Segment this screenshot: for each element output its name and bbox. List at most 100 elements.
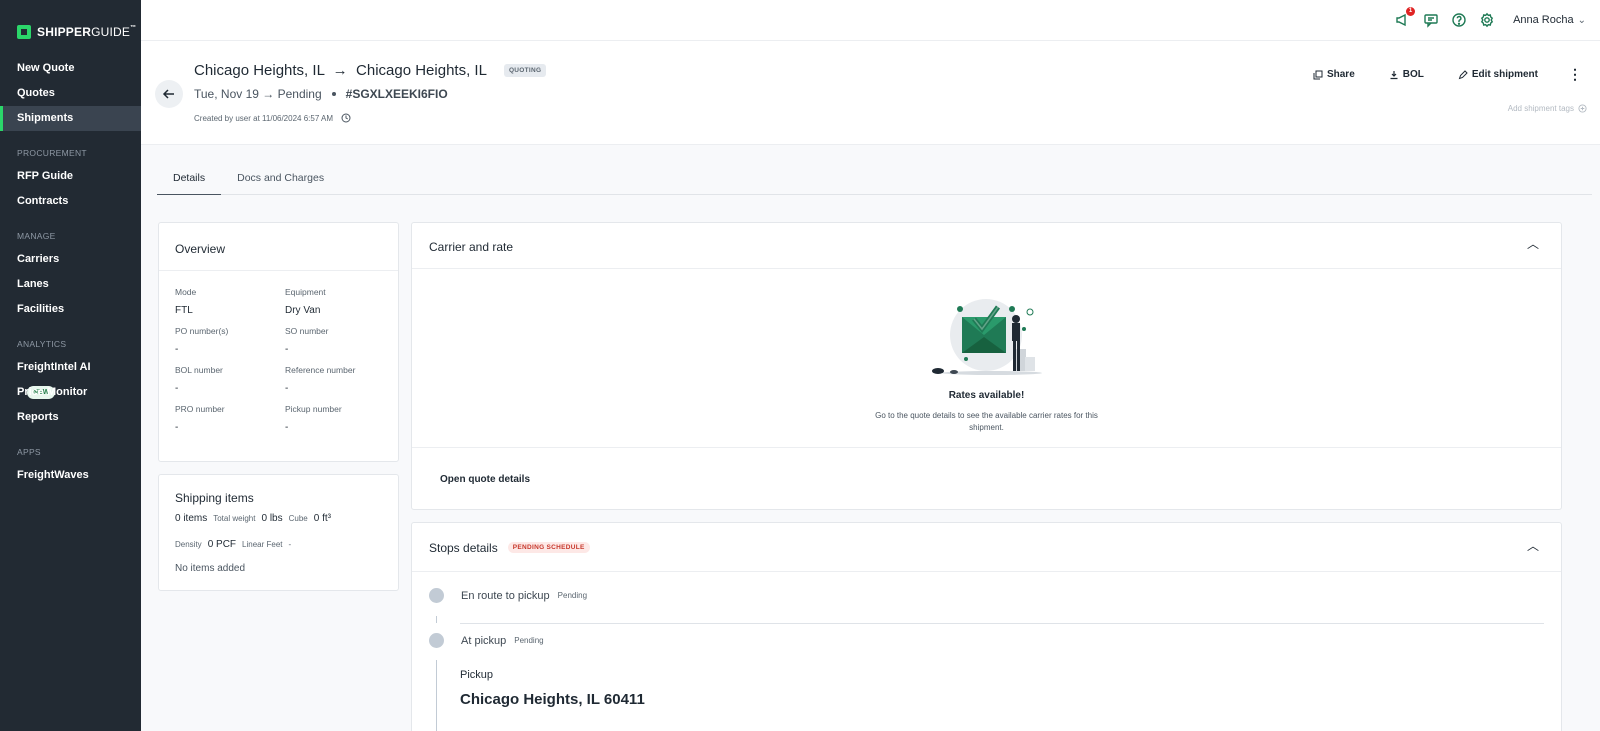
no-items-text: No items added	[175, 563, 246, 574]
add-tags-label: Add shipment tags	[1507, 104, 1574, 113]
timeline-connector	[436, 616, 437, 623]
brand-logo[interactable]: SHIPPERGUIDE™	[0, 0, 141, 48]
field-pro-number: PRO number -	[175, 404, 285, 433]
add-shipment-tags-link[interactable]: Add shipment tags	[1508, 104, 1587, 113]
nav-reports[interactable]: Reports	[0, 405, 141, 430]
weight-label: Total weight	[213, 514, 256, 523]
tab-details[interactable]: Details	[157, 165, 222, 195]
overview-title: Overview	[175, 242, 226, 256]
brand-trademark: ™	[130, 25, 137, 31]
chat-icon[interactable]	[1423, 12, 1439, 28]
stop-label: En route to pickup	[461, 589, 550, 602]
field-po-number: PO number(s) -	[175, 326, 285, 355]
user-menu[interactable]: Anna Rocha ⌄	[1507, 14, 1586, 26]
field-equipment: Equipment Dry Van	[285, 287, 395, 316]
cube-label: Cube	[288, 514, 308, 523]
rates-available-illustration	[932, 299, 1042, 375]
nav-price-monitor[interactable]: Price Monitor	[0, 380, 141, 405]
linear-feet-label: Linear Feet	[242, 540, 283, 549]
route-title: Chicago Heights, IL → Chicago Heights, I…	[194, 62, 547, 79]
share-button[interactable]: Share	[1313, 69, 1355, 80]
logo-icon	[17, 25, 31, 39]
pending-schedule-badge: PENDING SCHEDULE	[507, 542, 590, 553]
back-button[interactable]	[155, 80, 183, 108]
field-label: BOL number	[175, 365, 223, 375]
edit-shipment-button[interactable]: Edit shipment	[1458, 69, 1538, 80]
stops-details-title: Stops details	[429, 540, 498, 555]
nav-quotes[interactable]: Quotes	[0, 81, 141, 106]
rates-description: Go to the quote details to see the avail…	[412, 410, 1561, 434]
pickup-city: Chicago Heights, IL 60411	[460, 691, 645, 708]
nav-contracts[interactable]: Contracts	[0, 189, 141, 214]
shipment-subline: Tue, Nov 19 → Pending #SGXLXEEKI6FIO	[194, 87, 448, 101]
user-name: Anna Rocha	[1513, 14, 1574, 26]
stop-divider	[460, 623, 1544, 624]
field-value: -	[285, 422, 289, 433]
top-bar: 1 Anna Rocha ⌄	[141, 0, 1600, 41]
stop-status-dot	[429, 588, 444, 603]
nav-freightintel-label: FreightIntel AI	[17, 361, 91, 373]
route-text: Chicago Heights, IL → Chicago Heights, I…	[194, 62, 487, 79]
density-label: Density	[175, 540, 202, 549]
cube-value: 0 ft³	[313, 513, 331, 524]
nav-section-manage: MANAGE	[17, 231, 56, 241]
stop-at-pickup: At pickup Pending	[429, 633, 544, 648]
nav-section-procurement: PROCUREMENT	[17, 148, 87, 158]
items-count: 0 items	[175, 513, 208, 524]
chevron-up-icon[interactable]: ︿	[1527, 537, 1539, 554]
field-pickup-number: Pickup number -	[285, 404, 395, 433]
more-options-icon[interactable]: ⋮	[1568, 66, 1582, 83]
nav-section-analytics: ANALYTICS	[17, 339, 67, 349]
field-value: -	[175, 344, 179, 355]
notification-count: 1	[1406, 7, 1416, 16]
field-so-number: SO number -	[285, 326, 395, 355]
created-info: Created by user at 11/06/2024 6:57 AM	[194, 113, 351, 123]
nav-freightintel-ai[interactable]: FreightIntel AINEW	[0, 355, 141, 399]
settings-gear-icon[interactable]	[1479, 12, 1495, 28]
download-icon	[1390, 70, 1398, 79]
field-value: -	[285, 344, 289, 355]
field-label: SO number	[285, 326, 329, 336]
weight-value: 0 lbs	[261, 513, 283, 524]
nav-section-apps: APPS	[17, 447, 41, 457]
stop-status-dot	[429, 633, 444, 648]
overview-card: Overview Mode FTL Equipment Dry Van PO num…	[158, 222, 399, 462]
plus-circle-icon	[1578, 104, 1587, 113]
sidebar: SHIPPERGUIDE™ New Quote Quotes Shipments…	[0, 0, 141, 731]
shipping-items-card: Shipping items 0 items Total weight 0 lb…	[158, 474, 399, 591]
open-quote-details-link[interactable]: Open quote details	[440, 474, 530, 485]
nav-shipments[interactable]: Shipments	[0, 106, 141, 131]
stop-label: At pickup	[461, 634, 507, 647]
bol-button[interactable]: BOL	[1389, 69, 1424, 80]
brand-name: SHIPPER	[37, 25, 92, 39]
pickup-label: Pickup	[460, 669, 494, 681]
chevron-up-icon[interactable]: ︿	[1527, 235, 1539, 252]
nav-rfp-guide[interactable]: RFP Guide	[0, 164, 141, 189]
rates-description-text: Go to the quote details to see the avail…	[875, 411, 1098, 432]
help-icon[interactable]	[1451, 12, 1467, 28]
clock-icon[interactable]	[341, 113, 351, 123]
stops-details-card: Stops details PENDING SCHEDULE ︿ En rout…	[411, 522, 1562, 731]
nav-carriers[interactable]: Carriers	[0, 247, 141, 272]
nav-lanes[interactable]: Lanes	[0, 272, 141, 297]
stop-status: Pending	[514, 636, 544, 645]
edit-shipment-label: Edit shipment	[1471, 69, 1538, 80]
linear-feet-value: -	[288, 540, 292, 549]
field-reference-number: Reference number -	[285, 365, 395, 394]
timeline-connector	[436, 660, 437, 731]
nav-facilities[interactable]: Facilities	[0, 297, 141, 322]
announcement-icon[interactable]: 1	[1395, 7, 1416, 28]
field-mode: Mode FTL	[175, 287, 285, 316]
nav-freightwaves[interactable]: FreightWaves	[0, 463, 141, 488]
date-line: Tue, Nov 19 → Pending	[194, 87, 322, 101]
shipment-header: Chicago Heights, IL → Chicago Heights, I…	[141, 41, 1600, 145]
field-value: Dry Van	[285, 305, 321, 316]
stop-en-route: En route to pickup Pending	[429, 588, 587, 603]
field-label: Reference number	[285, 365, 356, 375]
separator-dot	[331, 92, 336, 96]
nav-new-quote[interactable]: New Quote	[0, 56, 141, 81]
shipping-summary: 0 items Total weight 0 lbs Cube 0 ft³	[175, 513, 398, 524]
shipment-tabs: Details Docs and Charges	[157, 165, 1592, 195]
tab-docs-and-charges[interactable]: Docs and Charges	[221, 165, 340, 195]
field-label: PO number(s)	[175, 326, 229, 336]
